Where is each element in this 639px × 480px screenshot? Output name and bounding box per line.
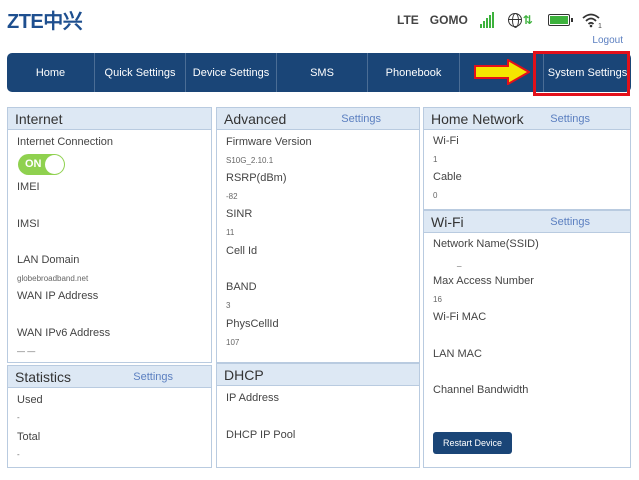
firmware-value: S10G_2.10.1 [226, 156, 274, 165]
physcell-label: PhysCellId [226, 318, 279, 330]
band-label: BAND [226, 281, 257, 293]
physcell-value: 107 [226, 338, 240, 347]
max-access-value: 16 [433, 295, 442, 304]
imei-label: IMEI [17, 181, 40, 193]
home-network-panel: Home Network Settings Wi-Fi 1 Cable 0 [423, 107, 631, 210]
used-label: Used [17, 394, 43, 406]
channel-bandwidth-label: Channel Bandwidth [433, 384, 529, 396]
total-value: - [17, 450, 20, 459]
dhcp-pool-label: DHCP IP Pool [226, 429, 296, 441]
dhcp-ip-label: IP Address [226, 392, 279, 404]
nav-device-settings[interactable]: Device Settings [186, 53, 277, 92]
restart-device-button[interactable]: Restart Device [433, 432, 512, 454]
panel-title: Wi-Fi [431, 213, 464, 230]
imsi-label: IMSI [17, 218, 40, 230]
lan-domain-label: LAN Domain [17, 254, 80, 266]
toggle-label: ON [25, 158, 42, 170]
wifi-settings-link[interactable]: Settings [550, 216, 590, 228]
lan-domain-value: globebroadband.net [17, 274, 89, 283]
toggle-knob [45, 155, 64, 174]
firmware-label: Firmware Version [226, 136, 312, 148]
sinr-label: SINR [226, 208, 253, 220]
zte-logo: ZTE中兴 [7, 8, 83, 33]
wifi-panel: Wi-Fi Settings Network Name(SSID) _ Max … [423, 210, 631, 468]
statistics-header: Statistics Settings [8, 366, 211, 388]
status-bar: LTE GOMO ⇅ 1 [397, 10, 602, 30]
advanced-panel: Advanced Settings Firmware Version S10G_… [216, 107, 420, 363]
rsrp-value: -82 [226, 192, 238, 201]
wifi-status-icon: 1 [582, 12, 602, 30]
lan-mac-label: LAN MAC [433, 348, 482, 360]
wifi-header: Wi-Fi Settings [424, 211, 630, 233]
wan-ip-label: WAN IP Address [17, 290, 99, 302]
logout-link[interactable]: Logout [592, 35, 623, 46]
ssid-label: Network Name(SSID) [433, 238, 539, 250]
nav-phonebook[interactable]: Phonebook [368, 53, 460, 92]
data-transfer-icon: ⇅ [522, 13, 533, 27]
home-network-settings-link[interactable]: Settings [550, 113, 590, 125]
home-network-header: Home Network Settings [424, 108, 630, 130]
total-label: Total [17, 431, 41, 443]
internet-header: Internet [8, 108, 211, 130]
panel-title: Internet [15, 110, 63, 127]
highlight-box [533, 51, 630, 96]
panel-title: Home Network [431, 110, 524, 127]
advanced-settings-link[interactable]: Settings [341, 113, 381, 125]
signal-strength-icon [479, 12, 494, 28]
cable-count-label: Cable [433, 171, 462, 183]
wan-ipv6-value: — — [17, 347, 36, 356]
operator-name: GOMO [429, 13, 468, 27]
panel-title: Statistics [15, 368, 72, 385]
nav-quick-settings[interactable]: Quick Settings [95, 53, 186, 92]
rsrp-label: RSRP(dBm) [226, 172, 287, 184]
nav-sms[interactable]: SMS [277, 53, 368, 92]
panel-title: DHCP [224, 366, 264, 383]
nav-home[interactable]: Home [7, 53, 95, 92]
logo-text: ZTE中兴 [7, 10, 83, 33]
ssid-value: _ [457, 258, 462, 267]
band-value: 3 [226, 301, 231, 310]
cell-id-label: Cell Id [226, 245, 258, 257]
statistics-panel: Statistics Settings Used - Total - [7, 365, 212, 468]
wan-ipv6-label: WAN IPv6 Address [17, 327, 111, 339]
sinr-value: 11 [226, 228, 235, 237]
wifi-mac-label: Wi-Fi MAC [433, 311, 487, 323]
advanced-header: Advanced Settings [217, 108, 419, 130]
pointer-arrow-icon [474, 59, 530, 85]
internet-toggle[interactable]: ON [18, 154, 65, 175]
cable-count-value: 0 [433, 191, 438, 200]
network-type: LTE [397, 13, 419, 27]
dhcp-panel: DHCP IP Address DHCP IP Pool [216, 363, 420, 468]
battery-icon [547, 14, 573, 26]
dhcp-header: DHCP [217, 364, 419, 386]
globe-icon [507, 13, 522, 28]
max-access-label: Max Access Number [433, 275, 534, 287]
internet-connection-label: Internet Connection [17, 136, 114, 148]
internet-panel: Internet Internet Connection ON IMEI IMS… [7, 107, 212, 363]
used-value: - [17, 413, 20, 422]
wifi-count-value: 1 [433, 155, 438, 164]
panel-title: Advanced [224, 110, 287, 127]
wifi-count-label: Wi-Fi [433, 135, 459, 147]
statistics-settings-link[interactable]: Settings [133, 371, 173, 383]
wifi-client-count: 1 [597, 23, 602, 30]
